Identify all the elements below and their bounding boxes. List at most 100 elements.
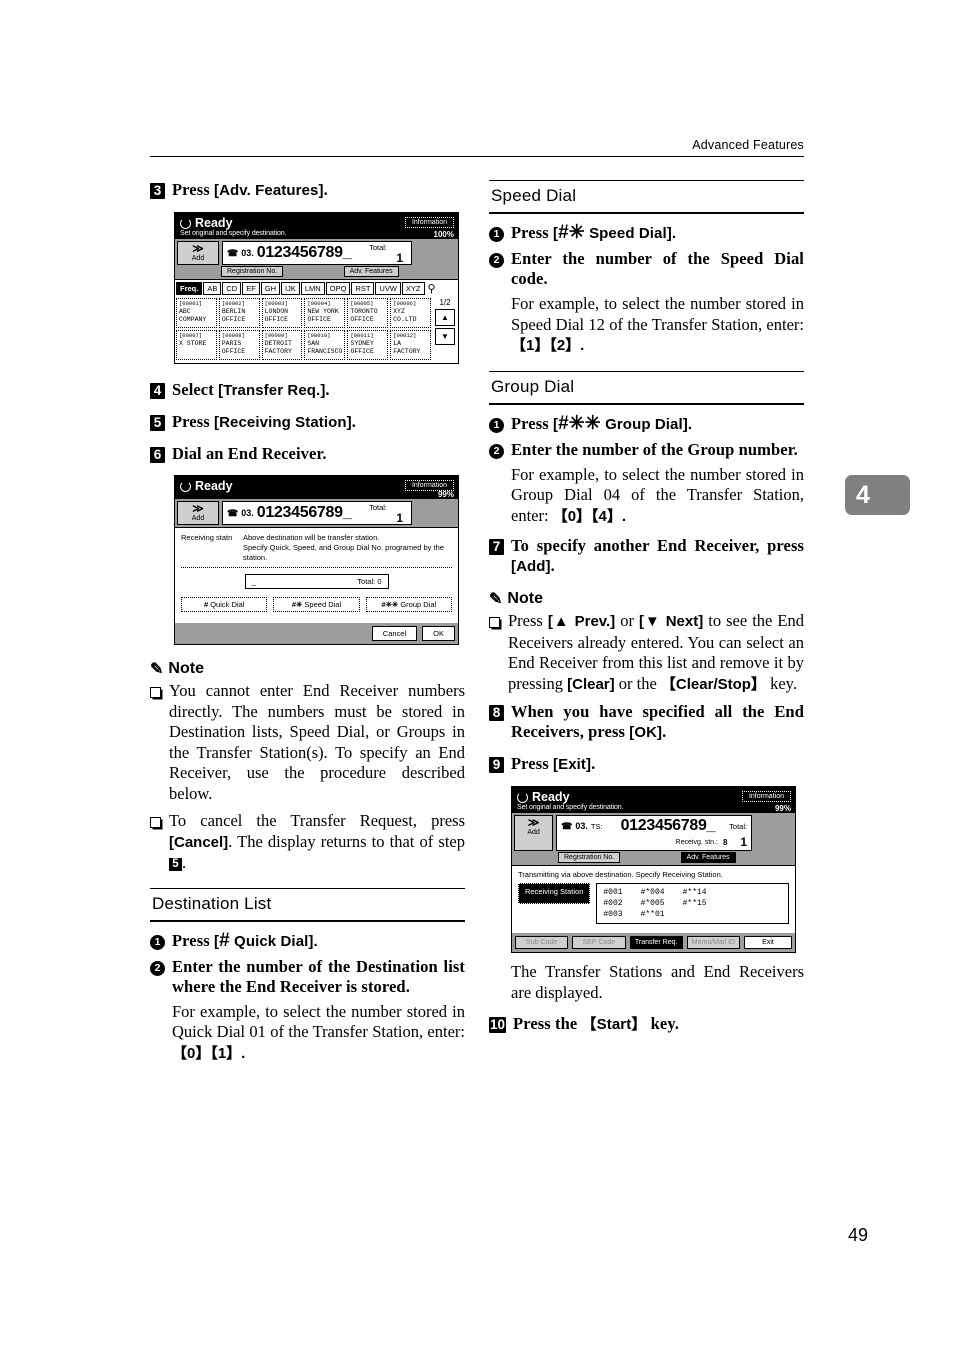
lcd1-add-button[interactable]: ≫ Add bbox=[177, 241, 219, 265]
note-1-label: Note bbox=[168, 660, 204, 677]
lcd3-information-button[interactable]: Information bbox=[741, 791, 791, 802]
list-item[interactable]: #003 bbox=[603, 909, 622, 920]
lcd-screenshot-2: Ready Information 99% ≫ Add ☎ 03. 012345… bbox=[174, 475, 459, 645]
lcd3-tab-adv-features[interactable]: Adv. Features bbox=[680, 852, 736, 863]
n1i2-mid: . The display returns to that of step bbox=[228, 831, 465, 851]
step-3-suffix: . bbox=[323, 180, 328, 199]
note-bullet-icon bbox=[150, 687, 161, 698]
lcd3-footer-button-sub-code[interactable]: Sub Code bbox=[515, 936, 569, 949]
alpha-tab-xyz[interactable]: XYZ bbox=[401, 282, 425, 295]
destination-cell[interactable]: [00011] SYDNEY OFFICE bbox=[347, 330, 389, 360]
lcd2-entry-cursor: _ bbox=[251, 577, 256, 586]
clear-stop-key-ref: 【Clear/Stop】 bbox=[660, 675, 766, 693]
lcd1-destination-row-2: [00007] X STORE [00008] PARIS OFFICE [0000… bbox=[176, 330, 432, 360]
lcd3-footer-button-transfer-req[interactable]: Transfer Req. bbox=[629, 936, 683, 949]
note-2-label: Note bbox=[507, 590, 543, 607]
quick-dial-label: Quick Dial bbox=[210, 600, 245, 609]
destination-cell[interactable]: [00003] LONDON OFFICE bbox=[261, 298, 303, 328]
alpha-tab-opq[interactable]: OPQ bbox=[325, 282, 351, 295]
step-8: 8 When you have specified all the End Re… bbox=[489, 702, 804, 743]
destination-cell[interactable]: [00008] PARIS OFFICE bbox=[218, 330, 260, 360]
destination-cell[interactable]: [00002] BERLIN OFFICE bbox=[218, 298, 260, 328]
alpha-tab-lmn[interactable]: LMN bbox=[300, 282, 325, 295]
power-icon bbox=[180, 217, 191, 229]
destination-id: [00011] bbox=[350, 332, 374, 339]
list-item[interactable]: #002 bbox=[603, 898, 622, 909]
lcd2-cancel-button[interactable]: Cancel bbox=[371, 626, 418, 641]
lcd2-number-field[interactable]: ☎ 03. 0123456789_ Total: 1 bbox=[222, 501, 412, 525]
lcd1-page-indicator: 1/2 bbox=[439, 298, 451, 307]
scroll-down-icon[interactable]: ▼ bbox=[435, 328, 455, 345]
destination-list-example: For example, to select the number stored… bbox=[172, 1002, 465, 1065]
lcd3-tab-registration[interactable]: Registration No. bbox=[558, 852, 621, 863]
alpha-tab-freq[interactable]: Freq. bbox=[176, 282, 203, 295]
list-item[interactable]: #**01 bbox=[641, 909, 665, 920]
destination-cell[interactable]: [00009] DETROIT FACTORY bbox=[261, 330, 303, 360]
lcd1-tab-registration[interactable]: Registration No. bbox=[221, 266, 284, 277]
phone-icon: ☎ bbox=[227, 507, 239, 518]
search-icon[interactable]: ⚲ bbox=[428, 282, 436, 295]
note-1-item-1-text: You cannot enter End Receiver numbers di… bbox=[169, 681, 465, 803]
alpha-tab-rst[interactable]: RST bbox=[351, 282, 375, 295]
list-item[interactable]: #*005 bbox=[641, 898, 665, 909]
destination-name: TORONTO OFFICE bbox=[350, 308, 378, 323]
lcd3-receiver-col-3: #**14 #**15 bbox=[683, 887, 707, 920]
lcd2-add-button[interactable]: ≫ Add bbox=[177, 501, 219, 525]
destination-list-substep-2-text: Enter the number of the Destination list… bbox=[172, 956, 465, 996]
alpha-tab-ab[interactable]: AB bbox=[203, 282, 222, 295]
alpha-tab-uvw[interactable]: UVW bbox=[375, 282, 401, 295]
lcd2-entry-box[interactable]: _ Total: 0 bbox=[244, 574, 389, 589]
destination-cell[interactable]: [00004] NEW YORK OFFICE bbox=[304, 298, 346, 328]
alpha-tab-ef[interactable]: EF bbox=[242, 282, 260, 295]
n1i2-bold: [Cancel] bbox=[169, 833, 229, 851]
destination-cell[interactable]: [00007] X STORE bbox=[176, 330, 217, 360]
lcd3-total-value: 1 bbox=[740, 835, 748, 849]
n1i2-stepref: 5 bbox=[169, 858, 182, 871]
lcd3-footer-button-memo-mail-id[interactable]: Memo/Mail ID bbox=[686, 936, 740, 949]
lcd1-tab-row: Registration No. Adv. Features bbox=[175, 265, 458, 279]
lcd3-add-label: Add bbox=[527, 829, 540, 836]
destination-cell[interactable]: [00001] ABC COMPANY bbox=[176, 298, 217, 328]
lcd3-receiving-station-button[interactable]: Receiving Station bbox=[518, 883, 591, 904]
lcd1-information-button[interactable]: Information bbox=[404, 217, 454, 228]
lcd2-ok-button[interactable]: OK bbox=[422, 626, 455, 641]
lcd3-number-field[interactable]: ☎ 03. TS: 0123456789_ Total: Receivg. st… bbox=[556, 815, 753, 851]
lcd2-total-value: 1 bbox=[396, 511, 403, 525]
scroll-up-icon[interactable]: ▲ bbox=[435, 309, 455, 326]
lcd3-footer-button-exit[interactable]: Exit bbox=[744, 936, 792, 949]
phone-icon: ☎ bbox=[561, 820, 573, 831]
dl-s1-pre: Press bbox=[172, 930, 214, 950]
lcd3-add-button[interactable]: ≫ Add bbox=[514, 815, 554, 851]
substep-2-number: 2 bbox=[489, 253, 504, 268]
step-8-number: 8 bbox=[489, 705, 504, 721]
alpha-tab-gh[interactable]: GH bbox=[260, 282, 281, 295]
lcd3-footer-button-sep-code[interactable]: SEP Code bbox=[572, 936, 626, 949]
lcd1-add-label: Add bbox=[191, 255, 205, 262]
destination-cell[interactable]: [00005] TORONTO OFFICE bbox=[347, 298, 389, 328]
lcd2-dither-right bbox=[412, 501, 456, 525]
lcd1-titlebar: Ready Set original and specify destinati… bbox=[175, 213, 458, 239]
section-rule-bottom bbox=[489, 212, 804, 214]
speed-dial-button[interactable]: #✳ Speed Dial bbox=[273, 597, 360, 612]
list-item[interactable]: #*004 bbox=[641, 887, 665, 898]
list-item[interactable]: #001 bbox=[603, 887, 622, 898]
quick-dial-button[interactable]: # Quick Dial bbox=[181, 597, 268, 612]
lcd2-dialog-line1: Above destination will be transfer stati… bbox=[243, 533, 380, 542]
s9-end: . bbox=[591, 754, 596, 773]
step-4: 4 Select [Transfer Req.]. bbox=[150, 380, 465, 401]
prev-button-ref: [▲ Prev.] bbox=[547, 613, 616, 630]
destination-cell[interactable]: [00006] XYZ CO.LTD bbox=[390, 298, 431, 328]
sd-example-text: For example, to select the number stored… bbox=[511, 294, 804, 334]
group-dial-button[interactable]: #✳✳ Group Dial bbox=[365, 597, 452, 612]
group-dial-symbol: #✳✳ bbox=[381, 600, 399, 609]
alpha-tab-ijk[interactable]: IJK bbox=[281, 282, 300, 295]
list-item[interactable]: #**14 bbox=[683, 887, 707, 898]
list-item[interactable]: #**15 bbox=[683, 898, 707, 909]
lcd1-number-field[interactable]: ☎ 03. 0123456789_ Total: 1 bbox=[222, 241, 412, 265]
destination-cell[interactable]: [00010] SAN FRANCISCO bbox=[304, 330, 346, 360]
lcd1-tab-adv-features[interactable]: Adv. Features bbox=[343, 266, 399, 277]
destination-cell[interactable]: [00012] LA FACTORY bbox=[390, 330, 432, 360]
header-rule bbox=[150, 156, 804, 157]
alpha-tab-cd[interactable]: CD bbox=[222, 282, 242, 295]
lcd2-entry-total-value: 0 bbox=[377, 577, 382, 586]
